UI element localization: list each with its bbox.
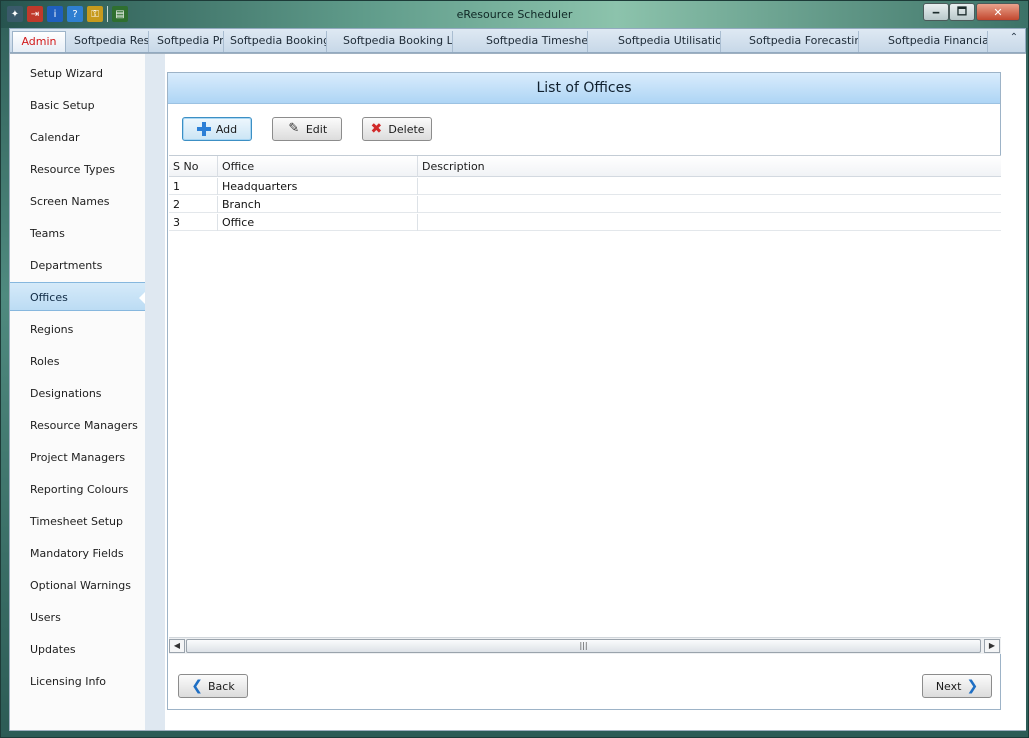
tab-softpedia-financials[interactable]: Softpedia Financials: [884, 31, 988, 52]
tab-softpedia-resources[interactable]: Softpedia Reso: [70, 31, 149, 52]
tab-admin[interactable]: Admin: [12, 31, 66, 52]
sidebar-item-reporting-colours[interactable]: Reporting Colours: [10, 475, 145, 504]
sidebar-item-offices[interactable]: Offices: [10, 282, 146, 311]
sidebar-item-screen-names[interactable]: Screen Names: [10, 187, 145, 216]
sidebar-item-project-managers[interactable]: Project Managers: [10, 443, 145, 472]
close-button[interactable]: ✕: [976, 3, 1020, 21]
sidebar-gutter: [145, 54, 165, 730]
edit-button[interactable]: ✎ Edit: [272, 117, 342, 141]
offices-grid: S No Office Description 1 Headquarters 2…: [169, 155, 1001, 654]
cell-office: Headquarters: [218, 178, 418, 195]
module-tab-strip: Admin Softpedia Reso Softpedia Pr Softpe…: [9, 28, 1026, 53]
cell-description: [418, 196, 1001, 213]
sidebar-item-timesheet-setup[interactable]: Timesheet Setup: [10, 507, 145, 536]
grid-header: S No Office Description: [169, 156, 1001, 177]
sidebar-item-mandatory-fields[interactable]: Mandatory Fields: [10, 539, 145, 568]
table-row[interactable]: 3 Office: [169, 214, 1001, 231]
next-button[interactable]: Next ❯: [922, 674, 992, 698]
panel-footer: ❮ Back Next ❯: [168, 655, 1000, 709]
cell-office: Office: [218, 214, 418, 231]
table-row[interactable]: 2 Branch: [169, 196, 1001, 213]
horizontal-scrollbar[interactable]: ◀ ||| ▶: [169, 637, 1001, 654]
plus-icon: [196, 122, 211, 136]
back-button[interactable]: ❮ Back: [178, 674, 248, 698]
maximize-button[interactable]: 🗖: [949, 3, 975, 21]
sidebar-item-licensing-info[interactable]: Licensing Info: [10, 667, 145, 696]
tab-softpedia-booking[interactable]: Softpedia Booking: [226, 31, 327, 52]
back-label: Back: [208, 679, 235, 693]
minimize-button[interactable]: 🗕: [923, 3, 949, 21]
client-area: Setup Wizard Basic Setup Calendar Resour…: [9, 53, 1026, 731]
sidebar-item-teams[interactable]: Teams: [10, 219, 145, 248]
collapse-ribbon-icon[interactable]: ⌃: [1007, 32, 1021, 48]
column-header-description[interactable]: Description: [418, 156, 1001, 177]
admin-sidebar: Setup Wizard Basic Setup Calendar Resour…: [10, 54, 146, 730]
app-window: ✦ ⇥ i ? ⚿ ▤ eResource Scheduler 🗕 🗖 ✕ Ad…: [0, 0, 1029, 738]
scrollbar-thumb[interactable]: |||: [186, 639, 981, 653]
offices-panel: List of Offices Add ✎ Edit ✖ Delete S No: [167, 72, 1001, 710]
close-icon: ✕: [993, 5, 1003, 19]
edit-label: Edit: [305, 122, 328, 136]
next-label: Next: [935, 679, 962, 693]
table-row[interactable]: 1 Headquarters: [169, 178, 1001, 195]
panel-title: List of Offices: [168, 73, 1000, 104]
cell-description: [418, 178, 1001, 195]
cell-sno: 3: [169, 214, 218, 231]
main-content: List of Offices Add ✎ Edit ✖ Delete S No: [165, 54, 1026, 730]
add-label: Add: [215, 122, 238, 136]
add-button[interactable]: Add: [182, 117, 252, 141]
sidebar-item-updates[interactable]: Updates: [10, 635, 145, 664]
sidebar-item-designations[interactable]: Designations: [10, 379, 145, 408]
delete-x-icon: ✖: [370, 121, 383, 137]
tab-softpedia-booking-list[interactable]: Softpedia Booking List: [339, 31, 453, 52]
sidebar-item-departments[interactable]: Departments: [10, 251, 145, 280]
tab-softpedia-projects[interactable]: Softpedia Pr: [153, 31, 224, 52]
delete-button[interactable]: ✖ Delete: [362, 117, 432, 141]
column-header-sno[interactable]: S No: [169, 156, 218, 177]
cell-sno: 2: [169, 196, 218, 213]
sidebar-item-basic-setup[interactable]: Basic Setup: [10, 91, 145, 120]
sidebar-item-resource-managers[interactable]: Resource Managers: [10, 411, 145, 440]
scroll-left-icon[interactable]: ◀: [169, 639, 185, 653]
sidebar-item-setup-wizard[interactable]: Setup Wizard: [10, 59, 145, 88]
sidebar-item-regions[interactable]: Regions: [10, 315, 145, 344]
cell-office: Branch: [218, 196, 418, 213]
chevron-right-icon: ❯: [966, 678, 979, 694]
sidebar-item-optional-warnings[interactable]: Optional Warnings: [10, 571, 145, 600]
window-title: eResource Scheduler: [456, 8, 573, 21]
maximize-icon: 🗖: [956, 4, 968, 18]
tab-softpedia-forecasting[interactable]: Softpedia Forecasting: [745, 31, 859, 52]
sidebar-item-label: Offices: [30, 291, 68, 304]
pencil-icon: ✎: [288, 121, 300, 136]
title-bar: ✦ ⇥ i ? ⚿ ▤ eResource Scheduler 🗕 🗖 ✕: [1, 1, 1028, 28]
sidebar-item-users[interactable]: Users: [10, 603, 145, 632]
column-header-office[interactable]: Office: [218, 156, 418, 177]
cell-sno: 1: [169, 178, 218, 195]
sidebar-item-calendar[interactable]: Calendar: [10, 123, 145, 152]
tab-softpedia-timesheet[interactable]: Softpedia Timesheet: [482, 31, 588, 52]
sidebar-item-resource-types[interactable]: Resource Types: [10, 155, 145, 184]
chevron-left-icon: ❮: [191, 678, 203, 694]
sidebar-item-roles[interactable]: Roles: [10, 347, 145, 376]
scroll-right-icon[interactable]: ▶: [984, 639, 1000, 653]
tab-softpedia-utilisation[interactable]: Softpedia Utilisation: [614, 31, 721, 52]
minimize-icon: 🗕: [932, 4, 940, 18]
delete-label: Delete: [388, 122, 425, 136]
cell-description: [418, 214, 1001, 231]
